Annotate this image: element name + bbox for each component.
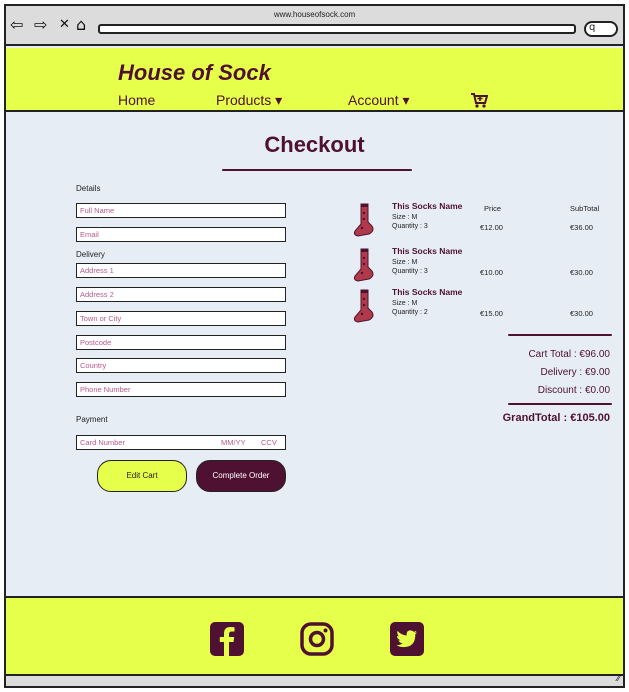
order-item: This Socks Name Size : M Quantity : 3 €1…	[352, 246, 614, 286]
brand-logo[interactable]: House of Sock	[118, 60, 271, 86]
payment-label: Payment	[76, 415, 108, 424]
delivery-cost: Delivery : €9.00	[540, 367, 610, 378]
item-quantity: Quantity : 2	[392, 309, 428, 316]
cart-total: Cart Total : €96.00	[528, 349, 610, 360]
postcode-field[interactable]: Postcode	[76, 335, 286, 350]
twitter-icon[interactable]	[390, 622, 424, 656]
sock-image	[353, 203, 374, 237]
home-icon[interactable]: ⌂	[76, 17, 86, 33]
grand-total: GrandTotal : €105.00	[502, 412, 610, 424]
full-name-field[interactable]: Full Name	[76, 203, 286, 218]
status-bar: ⁄⁄	[6, 674, 623, 686]
nav-account[interactable]: Account ▾	[348, 92, 410, 109]
address1-field[interactable]: Address 1	[76, 263, 286, 278]
item-price: €10.00	[480, 268, 503, 277]
title-underline	[222, 169, 412, 171]
item-price: €15.00	[480, 309, 503, 318]
total-divider	[508, 403, 612, 405]
sock-image	[353, 248, 374, 282]
instagram-icon[interactable]	[300, 622, 334, 656]
browser-toolbar: www.houseofsock.com ⇦ ⇨ ✕ ⌂ q	[6, 6, 623, 46]
facebook-icon[interactable]	[210, 622, 244, 656]
item-name: This Socks Name	[392, 201, 463, 211]
sock-image	[353, 289, 374, 323]
search-icon: q	[589, 22, 596, 33]
item-name: This Socks Name	[392, 246, 463, 256]
item-price: €12.00	[480, 223, 503, 232]
cart-icon[interactable]	[470, 92, 489, 112]
complete-order-button[interactable]: Complete Order	[196, 460, 286, 492]
details-label: Details	[76, 184, 101, 193]
summary-divider	[508, 334, 612, 336]
back-icon[interactable]: ⇦	[10, 17, 23, 33]
item-quantity: Quantity : 3	[392, 223, 428, 230]
card-number-placeholder: Card Number	[80, 438, 126, 447]
town-field[interactable]: Town or City	[76, 311, 286, 326]
order-item: This Socks Name Size : M Quantity : 3 €1…	[352, 201, 614, 241]
item-size: Size : M	[392, 259, 418, 266]
item-subtotal: €30.00	[570, 268, 593, 277]
close-icon[interactable]: ✕	[59, 17, 70, 33]
ccv-placeholder[interactable]: CCV	[261, 438, 277, 447]
item-size: Size : M	[392, 214, 418, 221]
browser-window: www.houseofsock.com ⇦ ⇨ ✕ ⌂ q House of S…	[4, 4, 625, 688]
item-quantity: Quantity : 3	[392, 268, 428, 275]
site-footer	[6, 596, 623, 674]
expiry-placeholder[interactable]: MM/YY	[221, 438, 246, 447]
country-field[interactable]: Country	[76, 358, 286, 373]
cart-icon-graphic	[471, 93, 489, 108]
page-title: Checkout	[264, 132, 365, 157]
phone-field[interactable]: Phone Number	[76, 382, 286, 397]
resize-handle-icon[interactable]: ⁄⁄	[617, 674, 620, 684]
card-number-field[interactable]: Card Number MM/YY CCV	[76, 435, 286, 450]
address-bar[interactable]	[98, 24, 576, 34]
item-size: Size : M	[392, 300, 418, 307]
nav-home[interactable]: Home	[118, 92, 155, 108]
item-subtotal: €30.00	[570, 309, 593, 318]
delivery-label: Delivery	[76, 250, 105, 259]
edit-cart-button[interactable]: Edit Cart	[97, 460, 187, 492]
site-header: House of Sock Home Products ▾ Account ▾	[6, 48, 623, 112]
search-field[interactable]: q	[584, 21, 618, 37]
item-subtotal: €36.00	[570, 223, 593, 232]
email-field[interactable]: Email	[76, 227, 286, 242]
url-text: www.houseofsock.com	[273, 10, 356, 19]
discount: Discount : €0.00	[537, 385, 610, 396]
address2-field[interactable]: Address 2	[76, 287, 286, 302]
forward-icon[interactable]: ⇨	[34, 17, 47, 33]
nav-products[interactable]: Products ▾	[216, 92, 282, 109]
order-item: This Socks Name Size : M Quantity : 2 €1…	[352, 287, 614, 327]
item-name: This Socks Name	[392, 287, 463, 297]
